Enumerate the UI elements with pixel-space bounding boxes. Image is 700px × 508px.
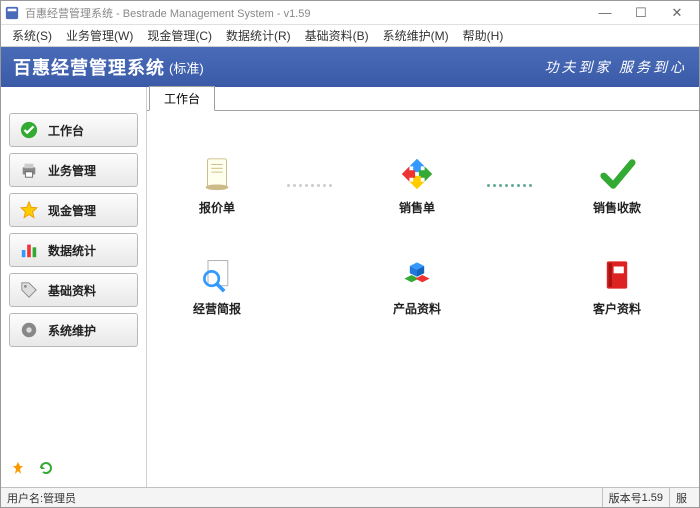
menu-maintain[interactable]: 系统维护(M) [376,25,456,46]
close-button[interactable]: ✕ [659,2,695,24]
window-controls: — ☐ ✕ [587,2,695,24]
tab-workbench[interactable]: 工作台 [149,86,215,111]
brand-title: 百惠经营管理系统 [13,54,165,80]
tabs: 工作台 [147,87,699,111]
tag-icon [20,281,38,299]
window-title: 百惠经营管理系统 - Bestrade Management System - … [25,5,587,21]
sidebar-item-label: 数据统计 [48,242,96,259]
content: 工作台 业务管理 现金管理 数据统计 基础资料 系统维护 工作台 [1,87,699,487]
sidebar-item-business[interactable]: 业务管理 [9,153,138,187]
sidebar-item-label: 基础资料 [48,282,96,299]
cycle-arrows-icon [397,155,437,193]
tile-label: 经营简报 [193,300,241,317]
tile-label: 产品资料 [393,300,441,317]
minimize-button[interactable]: — [587,2,623,24]
menu-help[interactable]: 帮助(H) [456,25,511,46]
tile-sales-order[interactable]: 销售单 [367,155,467,216]
tile-label: 报价单 [199,199,235,216]
sidebar-item-stats[interactable]: 数据统计 [9,233,138,267]
pin-icon[interactable] [11,461,25,475]
brand-subtitle: (标准) [169,58,204,77]
check-circle-icon [20,121,38,139]
titlebar: 百惠经营管理系统 - Bestrade Management System - … [1,1,699,25]
tile-business-brief[interactable]: 经营简报 [167,256,267,317]
menu-system[interactable]: 系统(S) [5,25,59,46]
brand-slogan: 功夫到家 服务到心 [545,57,688,77]
menu-business[interactable]: 业务管理(W) [59,25,140,46]
flow-connector [287,183,347,189]
sidebar-item-maintain[interactable]: 系统维护 [9,313,138,347]
sidebar: 工作台 业务管理 现金管理 数据统计 基础资料 系统维护 [1,87,147,487]
check-icon [597,155,637,193]
tile-quotation[interactable]: 报价单 [167,155,267,216]
menu-cash[interactable]: 现金管理(C) [140,25,219,46]
status-version: 版本号 1.59 [602,488,669,507]
flow-connector [487,183,547,189]
gear-icon [20,321,38,339]
sidebar-footer [9,457,138,479]
main: 工作台 报价单 销售单 销售收款 [147,87,699,487]
status-user-value: 管理员 [43,490,76,506]
sidebar-item-label: 业务管理 [48,162,96,179]
sidebar-item-basedata[interactable]: 基础资料 [9,273,138,307]
tile-row: 经营简报 产品资料 客户资料 [167,256,679,317]
printer-icon [20,161,38,179]
tile-sales-receipt[interactable]: 销售收款 [567,155,667,216]
sidebar-item-label: 工作台 [48,122,84,139]
sidebar-item-cash[interactable]: 现金管理 [9,193,138,227]
menu-stats[interactable]: 数据统计(R) [219,25,298,46]
tile-label: 客户资料 [593,300,641,317]
magnifier-doc-icon [197,256,237,294]
boxes-icon [397,256,437,294]
tile-label: 销售单 [399,199,435,216]
tile-customer-data[interactable]: 客户资料 [567,256,667,317]
bar-chart-icon [20,241,38,259]
tile-row: 报价单 销售单 销售收款 [167,155,679,216]
maximize-button[interactable]: ☐ [623,2,659,24]
menubar: 系统(S) 业务管理(W) 现金管理(C) 数据统计(R) 基础资料(B) 系统… [1,25,699,47]
statusbar: 用户名: 管理员 版本号 1.59 服 [1,487,699,507]
status-extra: 服 [669,488,693,507]
brand-bar: 百惠经营管理系统 (标准) 功夫到家 服务到心 [1,47,699,87]
sidebar-item-workbench[interactable]: 工作台 [9,113,138,147]
book-icon [597,256,637,294]
tile-product-data[interactable]: 产品资料 [367,256,467,317]
app-icon [5,6,19,20]
sidebar-item-label: 现金管理 [48,202,96,219]
star-icon [20,201,38,219]
sidebar-item-label: 系统维护 [48,322,96,339]
workspace: 报价单 销售单 销售收款 经营简报 [147,111,699,487]
menu-basedata[interactable]: 基础资料(B) [298,25,376,46]
refresh-icon[interactable] [39,461,53,475]
tile-label: 销售收款 [593,199,641,216]
scroll-icon [197,155,237,193]
status-user-label: 用户名: [7,490,43,506]
